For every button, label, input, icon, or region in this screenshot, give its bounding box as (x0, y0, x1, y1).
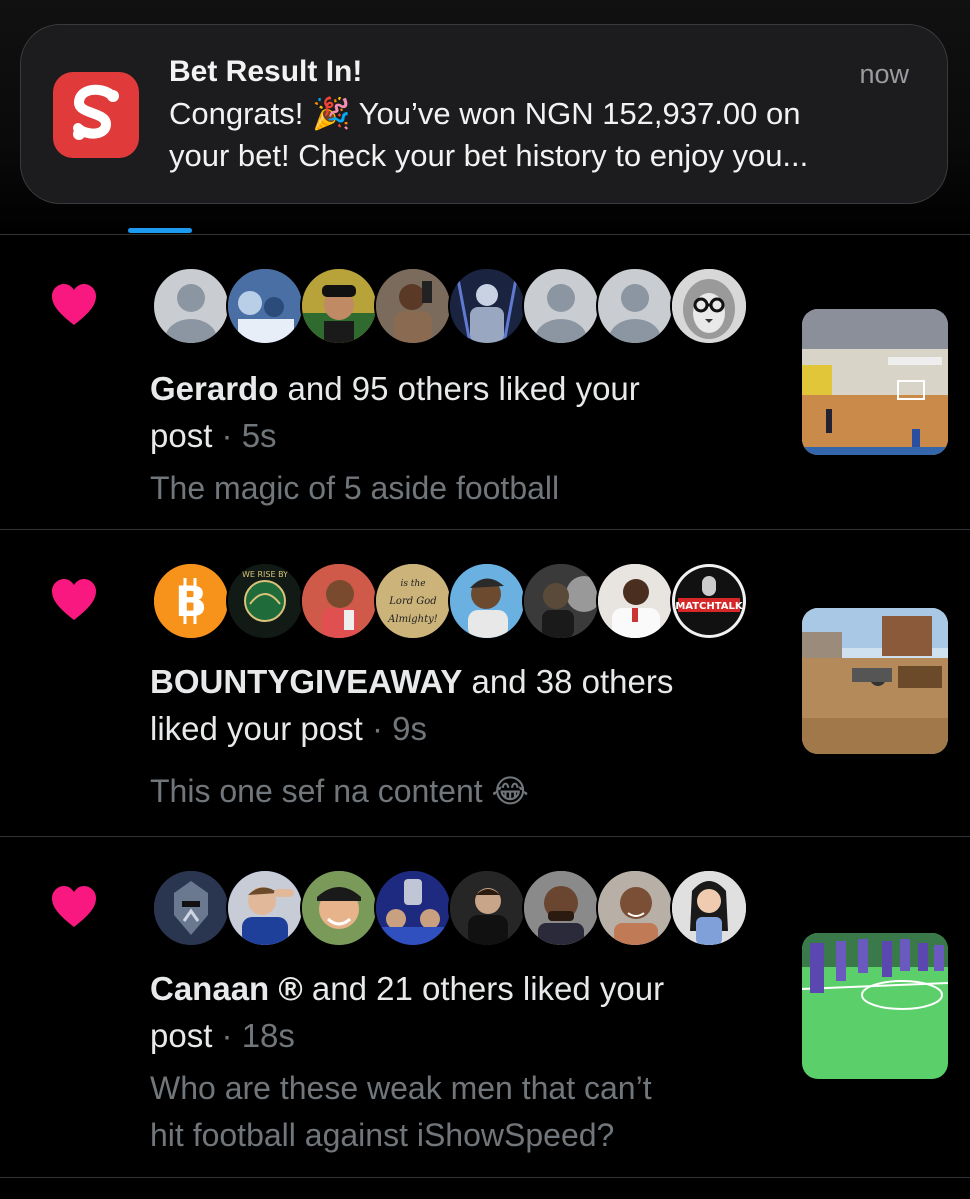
avatar[interactable] (300, 267, 378, 345)
rise-avatar[interactable]: WE RISE BY (226, 562, 304, 640)
svg-text:Lord God: Lord God (388, 596, 436, 607)
separator: · (212, 1017, 242, 1054)
like-summary: Gerardo and 95 others liked your post · … (150, 365, 770, 459)
action-text: and 21 others liked your (302, 970, 665, 1007)
post-excerpt: This one sef na content 😂 (150, 768, 770, 815)
avatar[interactable] (374, 267, 452, 345)
tab-active-indicator (128, 228, 192, 233)
notification-body-line: Congrats! 🎉 You’ve won NGN 152,937.00 on (169, 96, 801, 131)
timestamp: 9s (392, 710, 427, 747)
avatar[interactable] (226, 869, 304, 947)
rise-label: WE RISE BY (242, 570, 288, 579)
excerpt-line: This one sef na content 😂 (150, 773, 529, 809)
avatar[interactable] (448, 869, 526, 947)
avatar[interactable] (448, 267, 526, 345)
excerpt-line: Who are these weak men that can’t (150, 1070, 652, 1106)
post-excerpt: The magic of 5 aside football (150, 465, 770, 512)
like-notification[interactable]: Gerardo and 95 others liked your post · … (0, 235, 970, 529)
timestamp: 5s (241, 417, 277, 454)
action-text: and 95 others liked your (278, 370, 640, 407)
default-avatar[interactable] (522, 267, 600, 345)
avatar[interactable] (670, 869, 748, 947)
avatar[interactable] (596, 869, 674, 947)
liker-name[interactable]: Canaan ® (150, 970, 303, 1007)
liker-name[interactable]: BOUNTYGIVEAWAY (150, 663, 462, 700)
action-text: post (150, 417, 213, 454)
heart-icon (52, 284, 96, 325)
notification-body-line: your bet! Check your bet history to enjo… (169, 138, 809, 173)
excerpt-line: hit football against iShowSpeed? (150, 1117, 615, 1153)
excerpt-line: The magic of 5 aside football (150, 470, 560, 506)
action-text: liked your post (150, 710, 363, 747)
avatar[interactable] (448, 562, 526, 640)
heart-icon (52, 579, 96, 620)
svg-text:is the: is the (400, 579, 425, 589)
post-thumbnail[interactable] (802, 933, 948, 1079)
timestamp: 18s (241, 1017, 295, 1054)
liker-avatars: B WE RISE BY is the Lord God Almighty! MAT… (152, 562, 752, 640)
liker-avatars (152, 267, 752, 345)
notification-body: Congrats! 🎉 You’ve won NGN 152,937.00 on… (169, 93, 919, 177)
notification-time: now (859, 59, 909, 89)
action-text: post (150, 1017, 213, 1054)
like-notification[interactable]: Canaan ® and 21 others liked your post ·… (0, 837, 970, 1177)
matchtalk-label: MATCHTALK (675, 601, 744, 612)
avatar[interactable] (374, 869, 452, 947)
post-thumbnail[interactable] (802, 309, 948, 455)
avatar[interactable] (300, 562, 378, 640)
heart-icon (52, 886, 96, 927)
liker-name[interactable]: Gerardo (150, 370, 278, 407)
post-excerpt: Who are these weak men that can’t hit fo… (150, 1065, 770, 1159)
default-avatar[interactable] (152, 267, 230, 345)
separator: · (212, 417, 242, 454)
lion-avatar[interactable] (670, 267, 748, 345)
notification-title: Bet Result In! (169, 55, 363, 88)
like-notification[interactable]: B WE RISE BY is the Lord God Almighty! MAT… (0, 530, 970, 836)
avatar[interactable] (522, 562, 600, 640)
avatar[interactable] (300, 869, 378, 947)
avatar[interactable] (522, 869, 600, 947)
like-summary: BOUNTYGIVEAWAY and 38 others liked your … (150, 658, 770, 752)
stake-app-icon (53, 72, 139, 158)
action-text: and 38 others (462, 663, 674, 700)
svg-text:B: B (175, 577, 207, 626)
avatar[interactable] (596, 562, 674, 640)
lord-avatar[interactable]: is the Lord God Almighty! (374, 562, 452, 640)
liker-avatars (152, 869, 752, 947)
push-notification[interactable]: Bet Result In! now Congrats! 🎉 You’ve wo… (20, 24, 948, 204)
matchtalk-avatar[interactable]: MATCHTALK (670, 562, 748, 640)
post-thumbnail[interactable] (802, 608, 948, 754)
bitcoin-avatar[interactable]: B (152, 562, 230, 640)
divider (0, 1177, 970, 1178)
avatar[interactable] (226, 267, 304, 345)
svg-text:Almighty!: Almighty! (387, 614, 438, 625)
knight-avatar[interactable] (152, 869, 230, 947)
default-avatar[interactable] (596, 267, 674, 345)
separator: · (362, 710, 393, 747)
like-summary: Canaan ® and 21 others liked your post ·… (150, 965, 770, 1059)
